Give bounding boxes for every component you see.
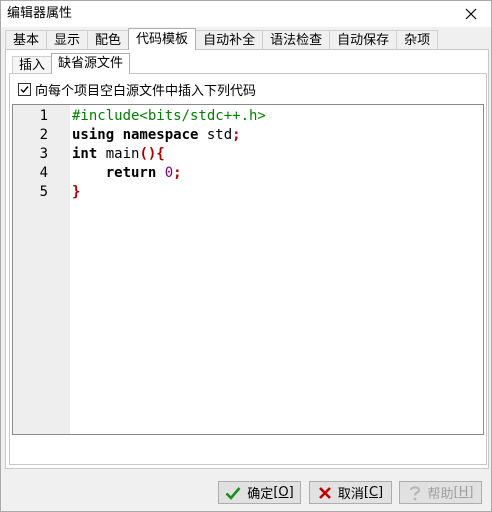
editor-properties-dialog: 编辑器属性 基本 显示 配色 代码模板 自动补全 语法检查 自动保存 杂项 插入… [0, 0, 492, 512]
code-token: int [72, 146, 98, 162]
close-button[interactable] [457, 4, 485, 24]
code-token: std [198, 127, 233, 143]
code-token: ; [232, 127, 241, 143]
line-number: 5 [39, 184, 48, 200]
help-button-shortcut: [H] [453, 485, 474, 500]
line-number: 2 [39, 127, 48, 143]
code-token: } [72, 184, 81, 200]
code-token: #include<bits/stdc++.h> [72, 108, 266, 124]
tab-colors[interactable]: 配色 [87, 30, 130, 50]
main-tab-strip: 基本 显示 配色 代码模板 自动补全 语法检查 自动保存 杂项 [5, 28, 439, 50]
code-token: ; [173, 165, 182, 181]
ok-button-shortcut: [O] [273, 485, 294, 500]
window-title: 编辑器属性 [7, 6, 73, 21]
close-icon [465, 8, 477, 20]
title-bar[interactable]: 编辑器属性 [1, 1, 491, 27]
line-number: 1 [39, 108, 48, 124]
code-line: 3 int main(){ [13, 145, 483, 164]
help-button-label: 帮助 [427, 487, 454, 502]
insert-code-label: 向每个项目空白源文件中插入下列代码 [35, 83, 257, 99]
line-number: 4 [39, 165, 48, 181]
code-line: 5} [13, 183, 483, 202]
default-source-panel: 向每个项目空白源文件中插入下列代码 1 #include<bits/stdc++.… [9, 73, 487, 465]
cancel-button-shortcut: [C] [363, 485, 384, 500]
subtab-insert[interactable]: 插入 [12, 56, 53, 74]
tab-autosave[interactable]: 自动保存 [329, 30, 398, 50]
cancel-x-icon [318, 486, 331, 499]
code-text: #include<bits/stdc++.h> [72, 107, 266, 126]
insert-code-checkbox[interactable] [18, 82, 31, 96]
tab-code-templates[interactable]: 代码模板 [128, 28, 197, 50]
help-question-icon [409, 485, 420, 500]
line-number: 3 [39, 146, 48, 162]
code-line: 4 return 0; [13, 164, 483, 183]
code-text: int main(){ [72, 145, 165, 164]
ok-button[interactable]: 确定 [O] [218, 481, 301, 504]
code-token: return [72, 165, 157, 181]
cancel-button-label: 取消 [337, 487, 364, 502]
code-text: } [72, 183, 80, 202]
checkmark-icon [20, 85, 29, 93]
subtab-default-source[interactable]: 缺省源文件 [51, 53, 131, 74]
tab-syntax-check[interactable]: 语法检查 [262, 30, 331, 50]
code-token: using namespace [72, 127, 199, 143]
cancel-button[interactable]: 取消 [C] [309, 481, 392, 504]
code-line: 2 using namespace std; [13, 126, 483, 145]
code-token: main [97, 146, 140, 162]
code-text: return 0; [72, 164, 182, 183]
sub-tab-strip: 插入 缺省源文件 [12, 53, 131, 74]
code-templates-panel: 插入 缺省源文件 向每个项目空白源文件中插入下列代码 1 #include<bit… [5, 49, 489, 469]
code-line: 1 #include<bits/stdc++.h> [13, 107, 483, 126]
insert-code-option[interactable]: 向每个项目空白源文件中插入下列代码 [18, 80, 257, 99]
help-button[interactable]: 帮助 [H] [399, 481, 482, 504]
tab-misc[interactable]: 杂项 [396, 30, 439, 50]
code-token: (){ [139, 146, 165, 162]
code-token: 0 [164, 165, 174, 181]
tab-basic[interactable]: 基本 [5, 30, 48, 50]
code-text: using namespace std; [72, 126, 241, 145]
code-editor[interactable]: 1 #include<bits/stdc++.h> 2 using namespace… [12, 104, 484, 435]
checkmark-icon [225, 486, 241, 500]
tab-display[interactable]: 显示 [46, 30, 89, 50]
ok-button-label: 确定 [247, 487, 274, 502]
tab-autocomplete[interactable]: 自动补全 [195, 30, 264, 50]
